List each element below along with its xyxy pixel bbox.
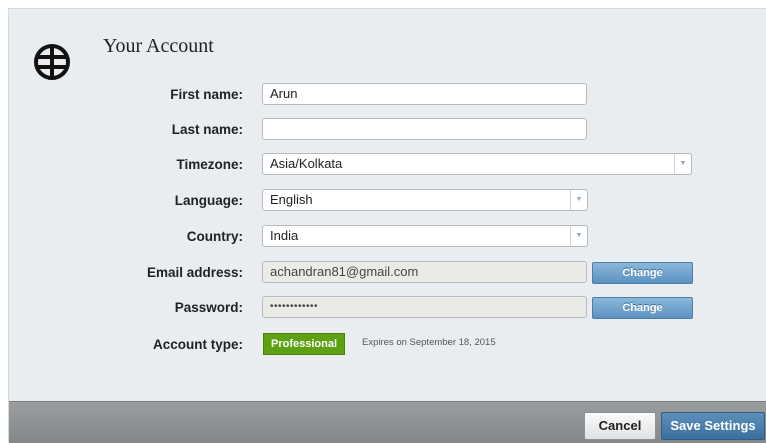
timezone-select[interactable]: Asia/Kolkata ▼ [262, 153, 692, 175]
account-type-label: Account type: [152, 337, 243, 352]
last-name-label: Last name: [171, 122, 243, 137]
footer-bar: Cancel Save Settings [9, 401, 766, 443]
password-label: Password: [174, 300, 243, 315]
email-label: Email address: [146, 265, 243, 280]
country-value: India [270, 228, 299, 243]
last-name-input[interactable] [262, 118, 587, 140]
country-label: Country: [186, 229, 243, 244]
email-row: Email address: achandran81@gmail.com Cha… [9, 261, 766, 287]
cancel-button[interactable]: Cancel [584, 412, 656, 440]
change-email-button[interactable]: Change [592, 262, 693, 284]
password-field: •••••••••••• [262, 296, 587, 318]
last-name-row: Last name: [9, 118, 766, 144]
chevron-down-icon: ▼ [570, 226, 587, 246]
password-row: Password: •••••••••••• Change [9, 296, 766, 322]
language-label: Language: [174, 193, 243, 208]
account-panel: Your Account First name: Arun Last name:… [8, 8, 766, 443]
first-name-label: First name: [170, 87, 243, 102]
timezone-label: Timezone: [176, 157, 243, 172]
language-select[interactable]: English ▼ [262, 189, 588, 211]
globe-icon [34, 44, 70, 80]
page-title: Your Account [103, 35, 214, 57]
expiry-text: Expires on September 18, 2015 [362, 337, 496, 348]
country-select[interactable]: India ▼ [262, 225, 588, 247]
language-row: Language: English ▼ [9, 189, 766, 215]
timezone-value: Asia/Kolkata [270, 156, 343, 171]
email-field: achandran81@gmail.com [262, 261, 587, 283]
first-name-row: First name: Arun [9, 83, 766, 109]
language-value: English [270, 192, 313, 207]
account-type-row: Account type: Professional Expires on Se… [9, 333, 766, 359]
chevron-down-icon: ▼ [570, 190, 587, 210]
country-row: Country: India ▼ [9, 225, 766, 251]
first-name-input[interactable]: Arun [262, 83, 587, 105]
change-password-button[interactable]: Change [592, 297, 693, 319]
timezone-row: Timezone: Asia/Kolkata ▼ [9, 153, 766, 179]
chevron-down-icon: ▼ [674, 154, 691, 174]
save-settings-button[interactable]: Save Settings [661, 412, 765, 440]
account-type-badge: Professional [263, 333, 346, 355]
